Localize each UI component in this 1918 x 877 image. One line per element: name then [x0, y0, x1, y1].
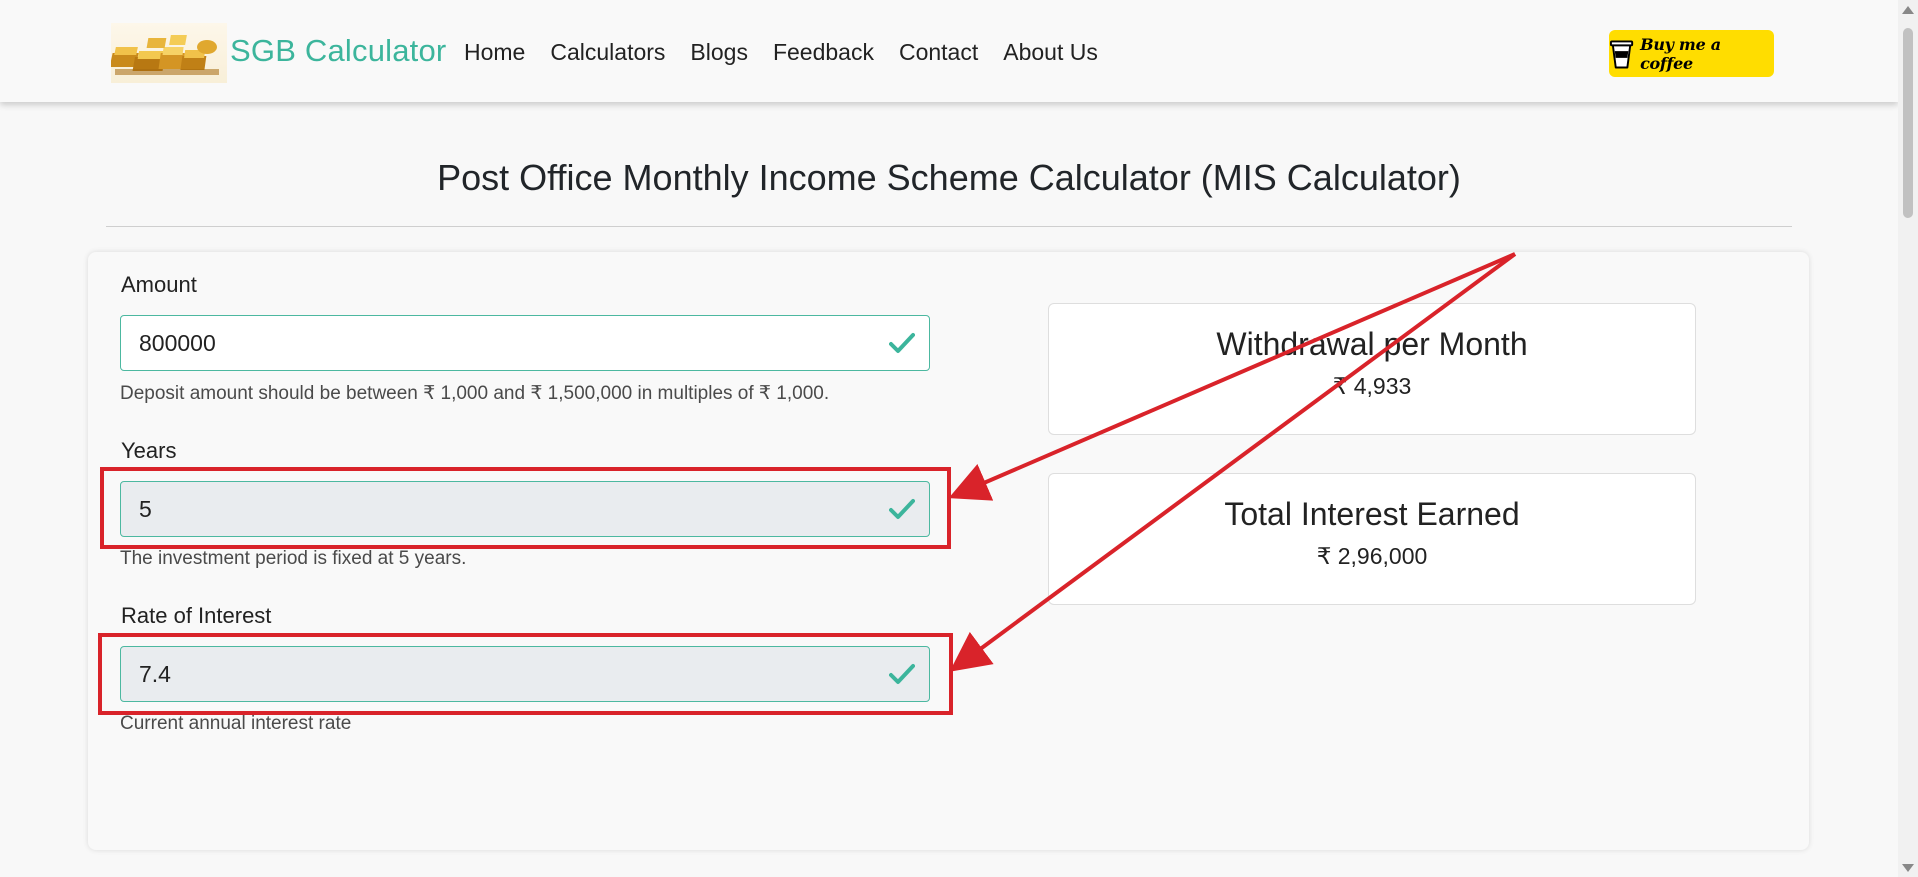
check-icon	[889, 333, 915, 353]
nav-calculators[interactable]: Calculators	[550, 39, 665, 66]
rate-help-text: Current annual interest rate	[120, 713, 352, 734]
coffee-label: Buy me a coffee	[1640, 34, 1721, 73]
brand-link[interactable]: SGB Calculator	[111, 23, 446, 83]
scroll-down-arrow-icon[interactable]	[1902, 864, 1914, 872]
withdrawal-value: ₹ 4,933	[1332, 373, 1412, 399]
interest-title: Total Interest Earned	[1224, 496, 1520, 532]
interest-result-box: Total Interest Earned ₹ 2,96,000	[1048, 473, 1696, 605]
annotation-box-years	[100, 467, 951, 549]
withdrawal-result-box: Withdrawal per Month ₹ 4,933	[1048, 303, 1696, 435]
withdrawal-title: Withdrawal per Month	[1216, 326, 1528, 362]
navbar: SGB Calculator Home Calculators Blogs Fe…	[0, 0, 1898, 102]
page-title: Post Office Monthly Income Scheme Calcul…	[437, 157, 1461, 198]
buy-me-a-coffee-button[interactable]: Buy me a coffee	[1609, 30, 1774, 77]
nav-blogs[interactable]: Blogs	[690, 39, 748, 66]
title-divider	[106, 226, 1792, 227]
rate-label: Rate of Interest	[121, 603, 272, 628]
scrollbar-thumb[interactable]	[1903, 28, 1913, 218]
nav-about-us[interactable]: About Us	[1003, 39, 1098, 66]
scroll-up-arrow-icon[interactable]	[1902, 6, 1914, 14]
nav-home[interactable]: Home	[464, 39, 525, 66]
brand-text: SGB Calculator	[230, 33, 447, 68]
nav-feedback[interactable]: Feedback	[773, 39, 874, 66]
interest-value: ₹ 2,96,000	[1316, 543, 1428, 569]
nav-contact[interactable]: Contact	[899, 39, 978, 66]
years-label: Years	[121, 438, 177, 463]
amount-help-text: Deposit amount should be between ₹ 1,000…	[120, 383, 830, 404]
amount-label: Amount	[121, 272, 197, 297]
years-help-text: The investment period is fixed at 5 year…	[120, 548, 467, 569]
annotation-box-rate	[98, 633, 953, 715]
amount-input[interactable]: 800000	[120, 315, 930, 371]
amount-value: 800000	[139, 329, 216, 356]
main-nav: Home Calculators Blogs Feedback Contact …	[464, 39, 1123, 66]
coffee-cup-icon	[1609, 39, 1634, 68]
gold-bars-logo	[111, 23, 227, 83]
